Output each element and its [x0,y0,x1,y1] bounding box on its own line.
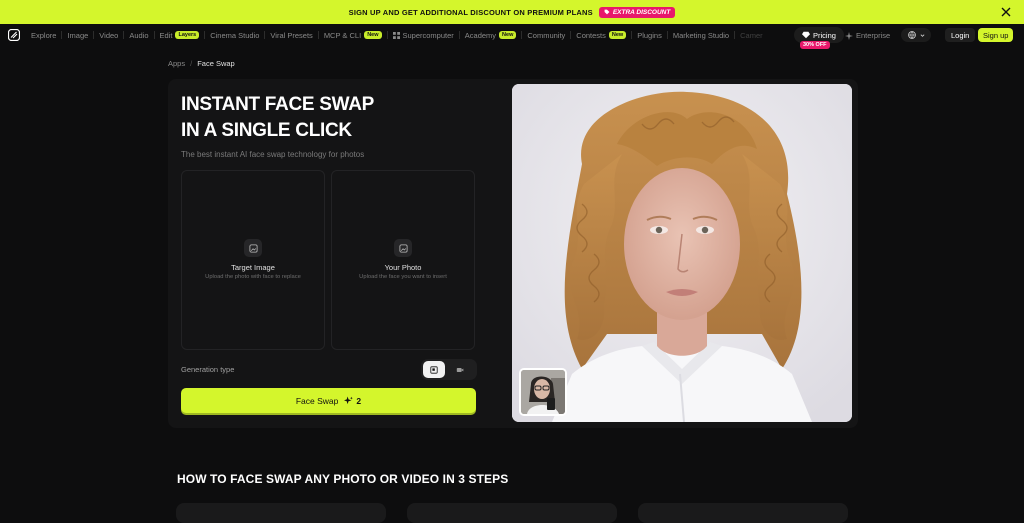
target-image-label: Target Image [231,263,275,272]
brand-logo-icon[interactable] [8,29,20,41]
tag-icon [604,9,610,15]
target-image-upload[interactable]: Target Image Upload the photo with face … [181,170,325,350]
nav-item-community[interactable]: Community [522,31,570,40]
nav-badge: New [608,31,627,39]
nav-item-mcp-cli[interactable]: MCP & CLI New [319,31,387,40]
nav-item-explore[interactable]: Explore [26,31,61,40]
video-icon [456,367,464,372]
title-line-1: INSTANT FACE SWAP [181,94,374,115]
generation-type-toggle [421,359,477,380]
step-card [638,503,848,523]
nav-item-contests[interactable]: Contests New [571,31,631,40]
nav-menu: Explore Image Video Audio Edit Layers Cinema S… [26,31,768,40]
breadcrumb-separator: / [190,59,193,68]
promo-banner: SIGN UP AND GET ADDITIONAL DISCOUNT ON P… [0,0,1024,24]
nav-badge: Layers [175,31,200,39]
your-photo-upload[interactable]: Your Photo Upload the face you want to i… [331,170,475,350]
promo-text: SIGN UP AND GET ADDITIONAL DISCOUNT ON P… [348,7,593,17]
enterprise-label: Enterprise [856,31,891,40]
credit-cost: 2 [344,396,361,406]
target-image-hint: Upload the photo with face to replace [205,274,301,280]
face-swap-button[interactable]: Face Swap 2 [181,388,476,413]
sparkle-icon [344,396,354,405]
source-face-thumbnail[interactable] [519,368,567,416]
credit-cost-value: 2 [356,395,362,406]
nav-item-label: Explore [31,30,57,40]
nav-item-label: Video [99,30,119,40]
language-selector[interactable] [901,28,931,42]
grid-icon [392,31,400,39]
nav-item-viral-presets[interactable]: Viral Presets [265,31,317,40]
nav-badge: New [499,31,517,39]
thumbnail-portrait [521,370,565,414]
nav-item-label: Academy [464,30,497,40]
pricing-label: Pricing [813,30,836,40]
nav-item-label: Camer [740,30,763,40]
step-card [176,503,386,523]
nav-item-camer[interactable]: Camer [735,31,768,40]
pricing-discount-badge: 30% OFF [800,41,830,49]
face-swap-button-label: Face Swap [295,395,339,406]
nav-item-label: Contests [576,30,606,40]
nav-badge: New [364,31,382,39]
nav-item-label: Cinema Studio [210,30,260,40]
image-icon [430,365,438,374]
diamond-icon [802,31,810,39]
nav-item-marketing-studio[interactable]: Marketing Studio [668,31,734,40]
promo-badge[interactable]: EXTRA DISCOUNT [598,6,676,18]
breadcrumb-current: Face Swap [197,59,235,68]
nav-item-plugins[interactable]: Plugins [632,31,667,40]
breadcrumb: Apps / Face Swap [168,59,235,68]
generation-type-label: Generation type [181,365,235,374]
sparkle-icon [845,31,853,40]
nav-item-academy[interactable]: Academy New [460,31,522,40]
image-upload-icon [244,239,262,257]
image-upload-icon [394,239,412,257]
nav-item-label: Plugins [637,30,662,40]
signup-button[interactable]: Sign up [978,28,1014,42]
enterprise-link[interactable]: Enterprise [845,31,890,40]
globe-icon [907,31,916,39]
nav-item-edit[interactable]: Edit Layers [155,31,205,40]
generation-video-option[interactable] [449,361,471,378]
nav-item-video[interactable]: Video [94,31,123,40]
nav-item-cinema-studio[interactable]: Cinema Studio [205,31,264,40]
nav-item-label: MCP & CLI [323,30,362,40]
your-photo-label: Your Photo [384,263,422,272]
top-nav: Explore Image Video Audio Edit Layers Cinema S… [0,24,1024,49]
page-subtitle: The best instant AI face swap technology… [181,150,365,159]
close-icon[interactable] [1000,6,1012,18]
login-button[interactable]: Login [945,28,976,42]
nav-item-supercomputer[interactable]: Supercomputer [388,31,459,40]
your-photo-hint: Upload the face you want to insert [359,274,447,280]
breadcrumb-apps-link[interactable]: Apps [168,59,185,68]
nav-item-label: Edit [159,30,173,40]
nav-item-audio[interactable]: Audio [124,31,153,40]
nav-item-label: Marketing Studio [672,30,730,40]
promo-badge-label: EXTRA DISCOUNT [612,8,671,16]
nav-item-image[interactable]: Image [62,31,93,40]
title-line-2: IN A SINGLE CLICK [181,120,352,141]
nav-item-label: Supercomputer [402,30,454,40]
nav-item-label: Community [527,30,566,40]
nav-item-label: Audio [129,30,149,40]
step-card [407,503,617,523]
generation-image-option[interactable] [423,361,445,378]
nav-item-label: Image [67,30,89,40]
page-title: INSTANT FACE SWAP IN A SINGLE CLICK [181,92,421,144]
chevron-down-icon [920,33,924,37]
nav-item-label: Viral Presets [270,30,313,40]
steps-heading: HOW TO FACE SWAP ANY PHOTO OR VIDEO IN 3… [177,472,509,486]
